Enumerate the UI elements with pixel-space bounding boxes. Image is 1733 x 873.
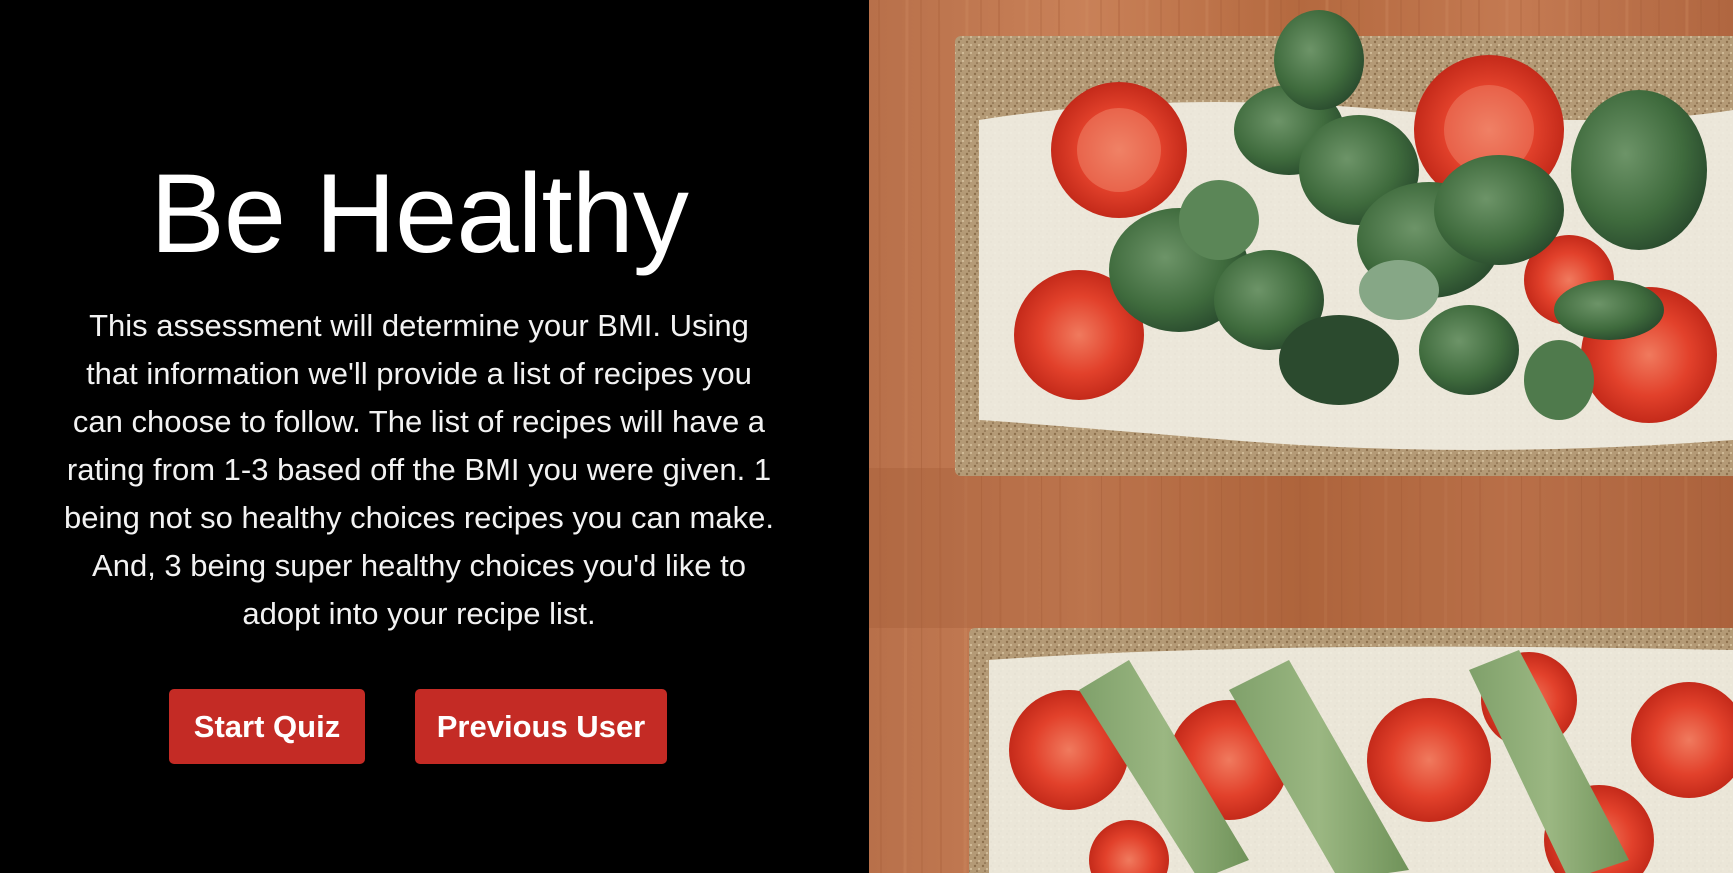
hero-image-panel (869, 0, 1733, 873)
intro-description: This assessment will determine your BMI.… (64, 308, 774, 631)
previous-user-button[interactable]: Previous User (415, 689, 667, 764)
page-title: Be Healthy (150, 151, 689, 276)
intro-panel: Be Healthy This assessment will determin… (0, 0, 869, 873)
food-photo-image (869, 0, 1733, 873)
landing-page: Be Healthy This assessment will determin… (0, 0, 1733, 873)
start-quiz-button[interactable]: Start Quiz (169, 689, 365, 764)
